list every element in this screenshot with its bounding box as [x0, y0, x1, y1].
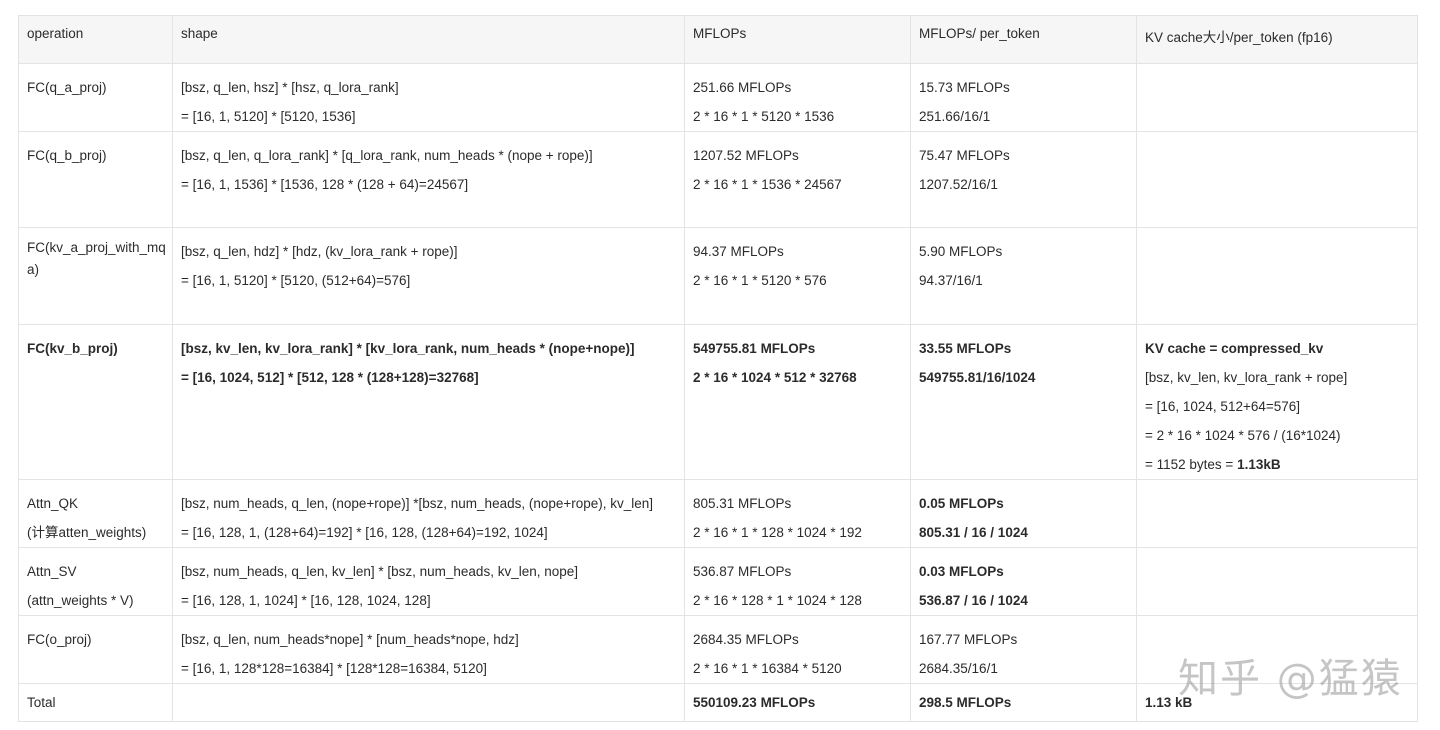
table-row: FC(q_b_proj) [bsz, q_len, q_lora_rank] *…: [18, 131, 1418, 228]
cell-kv-cache: [1136, 227, 1418, 325]
cell-shape: [bsz, q_len, hdz] * [hdz, (kv_lora_rank …: [172, 227, 685, 325]
cell-shape: [bsz, num_heads, q_len, (nope+rope)] *[b…: [172, 479, 685, 548]
cell-mflops: 805.31 MFLOPs 2 * 16 * 1 * 128 * 1024 * 1…: [684, 479, 911, 548]
cell-mflops: 549755.81 MFLOPs 2 * 16 * 1024 * 512 * 32…: [684, 324, 911, 480]
header-row: operation shape MFLOPs MFLOPs/ per_token…: [18, 15, 1418, 64]
cell-mflops: 94.37 MFLOPs 2 * 16 * 1 * 5120 * 576: [684, 227, 911, 325]
kv-cache-title: KV cache = compressed_kv: [1145, 341, 1324, 356]
cell-per-token: 15.73 MFLOPs 251.66/16/1: [910, 63, 1137, 132]
total-per-token: 298.5 MFLOPs: [910, 683, 1137, 722]
table-row: FC(kv_a_proj_with_mq a) [bsz, q_len, hdz]…: [18, 227, 1418, 325]
cell-per-token: 5.90 MFLOPs 94.37/16/1: [910, 227, 1137, 325]
cell-kv-cache: [1136, 547, 1418, 616]
cell-kv-cache: [1136, 131, 1418, 228]
cell-mflops: 2684.35 MFLOPs 2 * 16 * 1 * 16384 * 5120: [684, 615, 911, 684]
header-mflops-per-token: MFLOPs/ per_token: [910, 15, 1137, 64]
cell-shape: [bsz, q_len, hsz] * [hsz, q_lora_rank] = …: [172, 63, 685, 132]
cell-per-token: 75.47 MFLOPs 1207.52/16/1: [910, 131, 1137, 228]
cell-shape: [bsz, kv_len, kv_lora_rank] * [kv_lora_r…: [172, 324, 685, 480]
header-mflops: MFLOPs: [684, 15, 911, 64]
cell-kv-cache: [1136, 479, 1418, 548]
cell-operation: FC(kv_b_proj): [18, 324, 173, 480]
header-shape: shape: [172, 15, 685, 64]
cell-operation: FC(kv_a_proj_with_mq a): [18, 227, 173, 325]
cell-per-token: 0.03 MFLOPs 536.87 / 16 / 1024: [910, 547, 1137, 616]
table-row: FC(kv_b_proj) [bsz, kv_len, kv_lora_rank…: [18, 324, 1418, 480]
flops-table: operation shape MFLOPs MFLOPs/ per_token…: [18, 15, 1418, 722]
header-kv-cache: KV cache大小/per_token (fp16): [1136, 15, 1418, 64]
cell-mflops: 251.66 MFLOPs 2 * 16 * 1 * 5120 * 1536: [684, 63, 911, 132]
table-row: FC(q_a_proj) [bsz, q_len, hsz] * [hsz, q…: [18, 63, 1418, 132]
watermark: 知乎 @猛猿: [1178, 656, 1403, 702]
cell-operation: Attn_QK (计算atten_weights): [18, 479, 173, 548]
table-row: Attn_SV (attn_weights * V) [bsz, num_head…: [18, 547, 1418, 616]
cell-mflops: 1207.52 MFLOPs 2 * 16 * 1 * 1536 * 24567: [684, 131, 911, 228]
total-label: Total: [18, 683, 173, 722]
cell-operation: FC(q_b_proj): [18, 131, 173, 228]
table-row: Attn_QK (计算atten_weights) [bsz, num_heads…: [18, 479, 1418, 548]
cell-operation: FC(q_a_proj): [18, 63, 173, 132]
cell-kv-cache: KV cache = compressed_kv [bsz, kv_len, k…: [1136, 324, 1418, 480]
cell-per-token: 33.55 MFLOPs 549755.81/16/1024: [910, 324, 1137, 480]
cell-shape: [bsz, num_heads, q_len, kv_len] * [bsz, …: [172, 547, 685, 616]
total-mflops: 550109.23 MFLOPs: [684, 683, 911, 722]
cell-operation: FC(o_proj): [18, 615, 173, 684]
total-shape: [172, 683, 685, 722]
cell-operation: Attn_SV (attn_weights * V): [18, 547, 173, 616]
cell-shape: [bsz, q_len, q_lora_rank] * [q_lora_rank…: [172, 131, 685, 228]
cell-per-token: 0.05 MFLOPs 805.31 / 16 / 1024: [910, 479, 1137, 548]
header-operation: operation: [18, 15, 173, 64]
cell-kv-cache: [1136, 63, 1418, 132]
cell-mflops: 536.87 MFLOPs 2 * 16 * 128 * 1 * 1024 * 1…: [684, 547, 911, 616]
cell-shape: [bsz, q_len, num_heads*nope] * [num_head…: [172, 615, 685, 684]
cell-per-token: 167.77 MFLOPs 2684.35/16/1: [910, 615, 1137, 684]
kv-cache-size: 1.13kB: [1237, 457, 1281, 472]
